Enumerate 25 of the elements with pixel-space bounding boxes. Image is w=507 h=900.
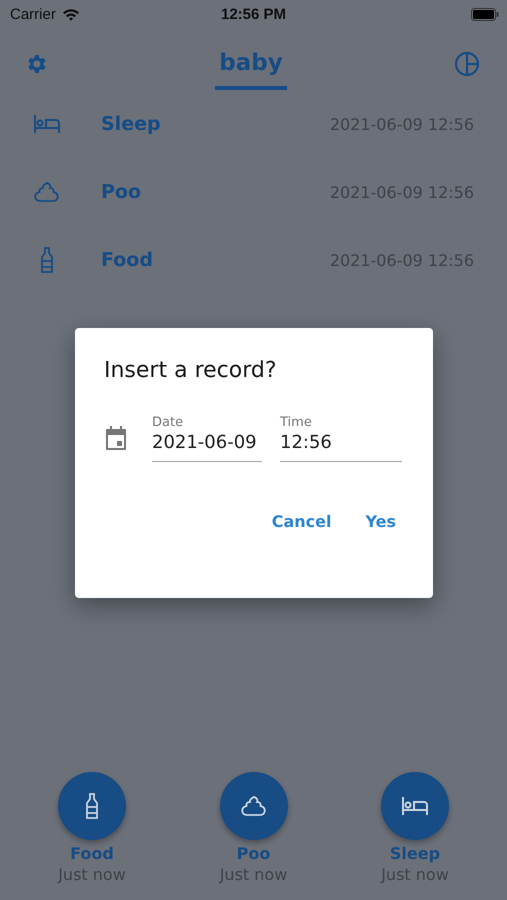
- action-label: Sleep: [390, 844, 440, 863]
- dialog-button[interactable]: Cancel: [270, 508, 334, 535]
- wifi-icon: [62, 8, 80, 20]
- action-label: Poo: [236, 844, 270, 863]
- dialog-title: Insert a record?: [104, 358, 278, 383]
- action-label: Food: [70, 844, 114, 863]
- quick-add-button[interactable]: [220, 772, 288, 840]
- dialog-button[interactable]: Yes: [364, 508, 398, 535]
- bottle-icon: [40, 247, 54, 273]
- poo-icon: [240, 796, 266, 816]
- carrier-label: Carrier: [10, 6, 56, 22]
- battery-icon: [471, 8, 499, 20]
- status-time: 12:56 PM: [220, 6, 286, 22]
- text-field[interactable]: Time 12:56: [280, 415, 402, 462]
- quick-add-button[interactable]: [381, 772, 449, 840]
- text-field[interactable]: Date 2021-06-09: [152, 415, 262, 462]
- bed-icon: [401, 796, 429, 816]
- bottle-icon: [85, 793, 99, 819]
- bed-icon: [33, 114, 61, 134]
- record-name: Sleep: [101, 113, 162, 135]
- quick-add-button[interactable]: [58, 772, 126, 840]
- poo-icon: [34, 182, 60, 202]
- record-name: Poo: [101, 181, 142, 203]
- record-name: Food: [101, 249, 154, 271]
- calendar-icon: [104, 425, 128, 451]
